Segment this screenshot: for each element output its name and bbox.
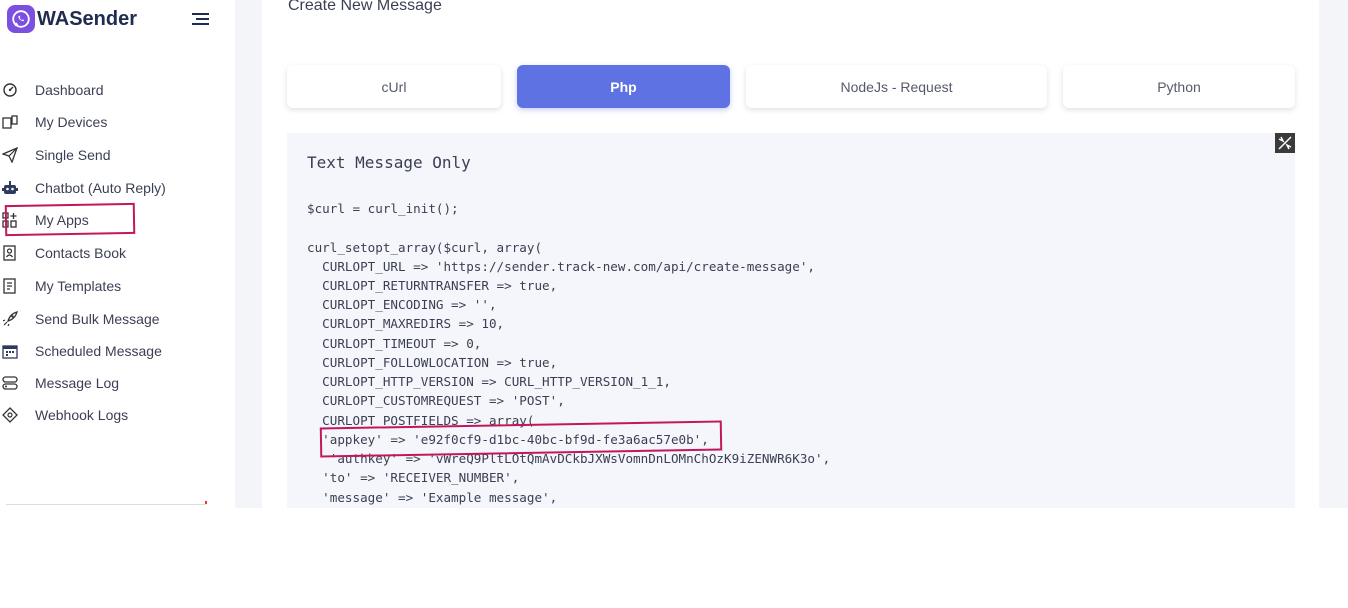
dashboard-icon <box>2 82 18 98</box>
webhook-icon <box>2 407 18 423</box>
tab-python[interactable]: Python <box>1063 65 1295 108</box>
log-icon <box>2 375 18 391</box>
sidebar-item-scheduled-message[interactable]: Scheduled Message <box>0 338 230 364</box>
main-card: Create New Message cUrl Php NodeJs - Req… <box>262 0 1319 508</box>
code-title: Text Message Only <box>307 153 471 172</box>
robot-icon <box>2 180 18 196</box>
sidebar-item-label: My Devices <box>35 114 108 130</box>
code-line: CURLOPT_URL => 'https://sender.track-new… <box>307 259 815 274</box>
brand[interactable]: WASender <box>7 5 137 33</box>
tab-nodejs-request[interactable]: NodeJs - Request <box>746 65 1047 108</box>
sidebar-item-single-send[interactable]: Single Send <box>0 142 230 168</box>
sidebar-item-label: Dashboard <box>35 82 104 98</box>
sidebar-item-label: Send Bulk Message <box>35 311 160 327</box>
code-line: CURLOPT_POSTFIELDS => array( <box>307 413 535 428</box>
calendar-icon <box>2 343 18 359</box>
code-line: CURLOPT_ENCODING => '', <box>307 297 497 312</box>
copy-code-icon[interactable] <box>1275 133 1295 153</box>
sidebar-item-label: Message Log <box>35 375 120 391</box>
sidebar-item-label: Webhook Logs <box>35 407 129 423</box>
sidebar-item-webhook-logs[interactable]: Webhook Logs <box>0 402 230 428</box>
sidebar-item-my-devices[interactable]: My Devices <box>0 109 230 135</box>
code-line: CURLOPT_TIMEOUT => 0, <box>307 336 482 351</box>
send-icon <box>1 146 19 164</box>
code-line: CURLOPT_MAXREDIRS => 10, <box>307 316 505 331</box>
sidebar-item-label: Single Send <box>35 147 111 163</box>
code-line-appkey: 'appkey' => 'e92f0cf9-d1bc-40bc-bf9d-fe3… <box>307 432 709 447</box>
code-line: CURLOPT_RETURNTRANSFER => true, <box>307 278 558 293</box>
sidebar-item-label: My Templates <box>35 278 122 294</box>
right-rail <box>1319 0 1348 508</box>
sidebar-divider <box>6 504 206 505</box>
code-line: $curl = curl_init(); <box>307 201 459 216</box>
contacts-icon <box>2 245 18 261</box>
sidebar-item-send-bulk-message[interactable]: Send Bulk Message <box>0 306 230 332</box>
sidebar-item-my-apps[interactable]: My Apps <box>0 207 230 233</box>
code-line: CURLOPT_HTTP_VERSION => CURL_HTTP_VERSIO… <box>307 374 671 389</box>
code-block[interactable]: Text Message Only $curl = curl_init(); c… <box>287 133 1295 508</box>
templates-icon <box>2 278 18 294</box>
sidebar: WASender Dashboard My Devices Single Sen… <box>0 0 235 508</box>
sidebar-item-label: Chatbot (Auto Reply) <box>35 180 166 196</box>
brand-name: WASender <box>37 7 138 30</box>
sidebar-item-label: Scheduled Message <box>35 343 162 359</box>
app-window: WASender Dashboard My Devices Single Sen… <box>0 0 1348 508</box>
sidebar-item-chatbot[interactable]: Chatbot (Auto Reply) <box>0 175 230 201</box>
devices-icon <box>2 114 18 130</box>
whatsapp-logo-icon <box>7 5 35 33</box>
sidebar-item-message-log[interactable]: Message Log <box>0 370 230 396</box>
code-line: 'to' => 'RECEIVER_NUMBER', <box>307 470 520 485</box>
sidebar-item-my-templates[interactable]: My Templates <box>0 273 230 299</box>
code-line-authkey: 'authkey' => 'vWreQ9PltLOtQmAvDCkbJXWsVo… <box>307 451 831 466</box>
tab-curl[interactable]: cUrl <box>287 65 501 108</box>
tab-php[interactable]: Php <box>517 65 730 108</box>
sidebar-item-label: Contacts Book <box>35 245 127 261</box>
sidebar-item-contacts-book[interactable]: Contacts Book <box>0 240 230 266</box>
sidebar-marker <box>205 501 207 504</box>
menu-toggle-icon[interactable] <box>192 12 210 26</box>
code-line: 'message' => 'Example message', <box>307 490 558 505</box>
sidebar-item-label: My Apps <box>35 212 89 228</box>
code-line: CURLOPT_FOLLOWLOCATION => true, <box>307 355 558 370</box>
rocket-icon <box>2 311 18 327</box>
code-line: curl_setopt_array($curl, array( <box>307 240 543 255</box>
apps-icon <box>2 212 18 228</box>
sidebar-item-dashboard[interactable]: Dashboard <box>0 77 230 103</box>
page-title: Create New Message <box>288 0 442 14</box>
code-line: CURLOPT_CUSTOMREQUEST => 'POST', <box>307 393 565 408</box>
